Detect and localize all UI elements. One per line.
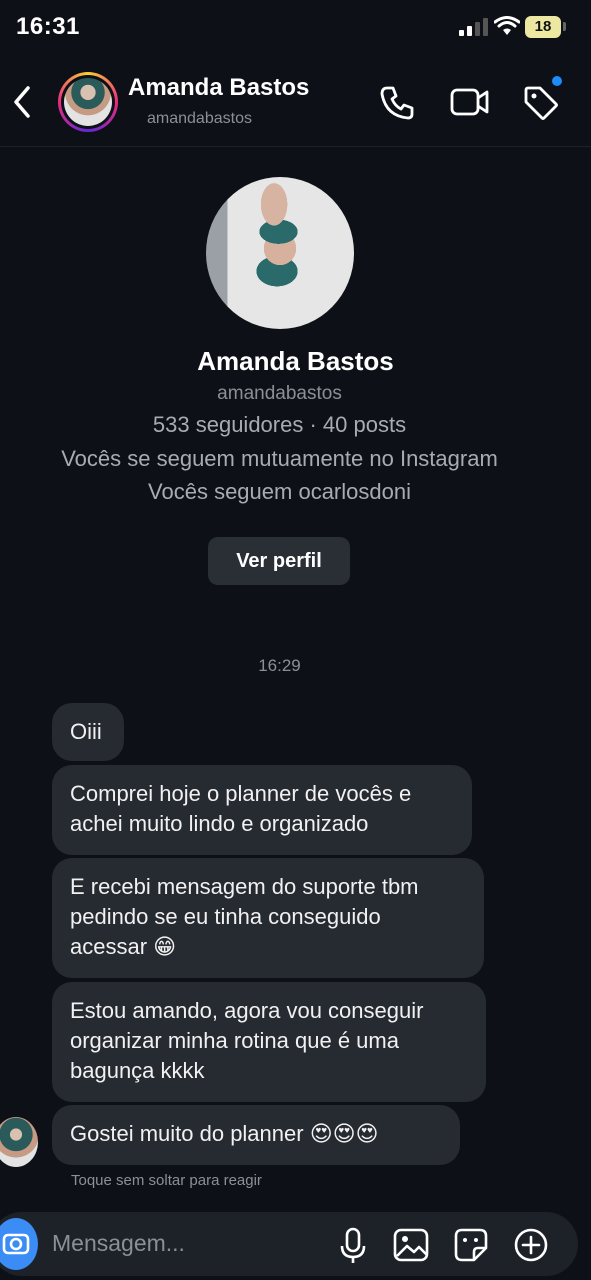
message-bubble[interactable]: Gostei muito do planner 😍😍😍 [52, 1105, 460, 1165]
microphone-icon[interactable] [338, 1226, 368, 1266]
video-icon[interactable] [450, 84, 490, 120]
message-bubble[interactable]: Comprei hoje o planner de vocês e achei … [52, 765, 472, 855]
status-time: 16:31 [16, 13, 80, 40]
profile-shared-follow: Vocês seguem ocarlosdoni [148, 479, 411, 504]
message-input[interactable]: Mensagem... [52, 1230, 185, 1257]
profile-stats: 533 seguidores · 40 posts [152, 412, 407, 437]
sender-avatar[interactable] [0, 1117, 38, 1167]
header-name[interactable]: Amanda Bastos [128, 74, 309, 102]
profile-username: amandabastos [217, 383, 342, 404]
camera-button[interactable] [0, 1218, 38, 1270]
sticker-icon[interactable] [452, 1226, 490, 1264]
plus-icon[interactable] [512, 1226, 550, 1264]
wifi-icon [494, 16, 520, 35]
back-icon[interactable] [10, 84, 34, 120]
battery-tip [563, 22, 566, 31]
profile-mutual-follow: Vocês se seguem mutuamente no Instagram [61, 446, 498, 471]
camera-icon [2, 1233, 30, 1255]
notification-dot [552, 76, 562, 86]
profile-name: Amanda Bastos [197, 346, 394, 376]
phone-icon[interactable] [378, 84, 416, 122]
chat-timestamp: 16:29 [258, 656, 301, 675]
tag-icon[interactable] [522, 84, 560, 122]
signal-icon [459, 18, 488, 36]
message-bubble[interactable]: E recebi mensagem do suporte tbm pedindo… [52, 858, 484, 978]
battery-indicator: 18 [525, 16, 561, 38]
status-bar: 16:31 18 [0, 0, 591, 56]
chat-header: Amanda Bastos amandabastos [0, 62, 591, 147]
react-hint: Toque sem soltar para reagir [71, 1172, 262, 1189]
profile-photo[interactable] [206, 177, 354, 329]
view-profile-button[interactable]: Ver perfil [208, 537, 350, 585]
gallery-icon[interactable] [392, 1226, 430, 1264]
header-username: amandabastos [147, 110, 252, 127]
header-avatar[interactable] [58, 72, 118, 132]
message-bubble[interactable]: Oiii [52, 703, 124, 761]
message-bubble[interactable]: Estou amando, agora vou conseguir organi… [52, 982, 486, 1102]
